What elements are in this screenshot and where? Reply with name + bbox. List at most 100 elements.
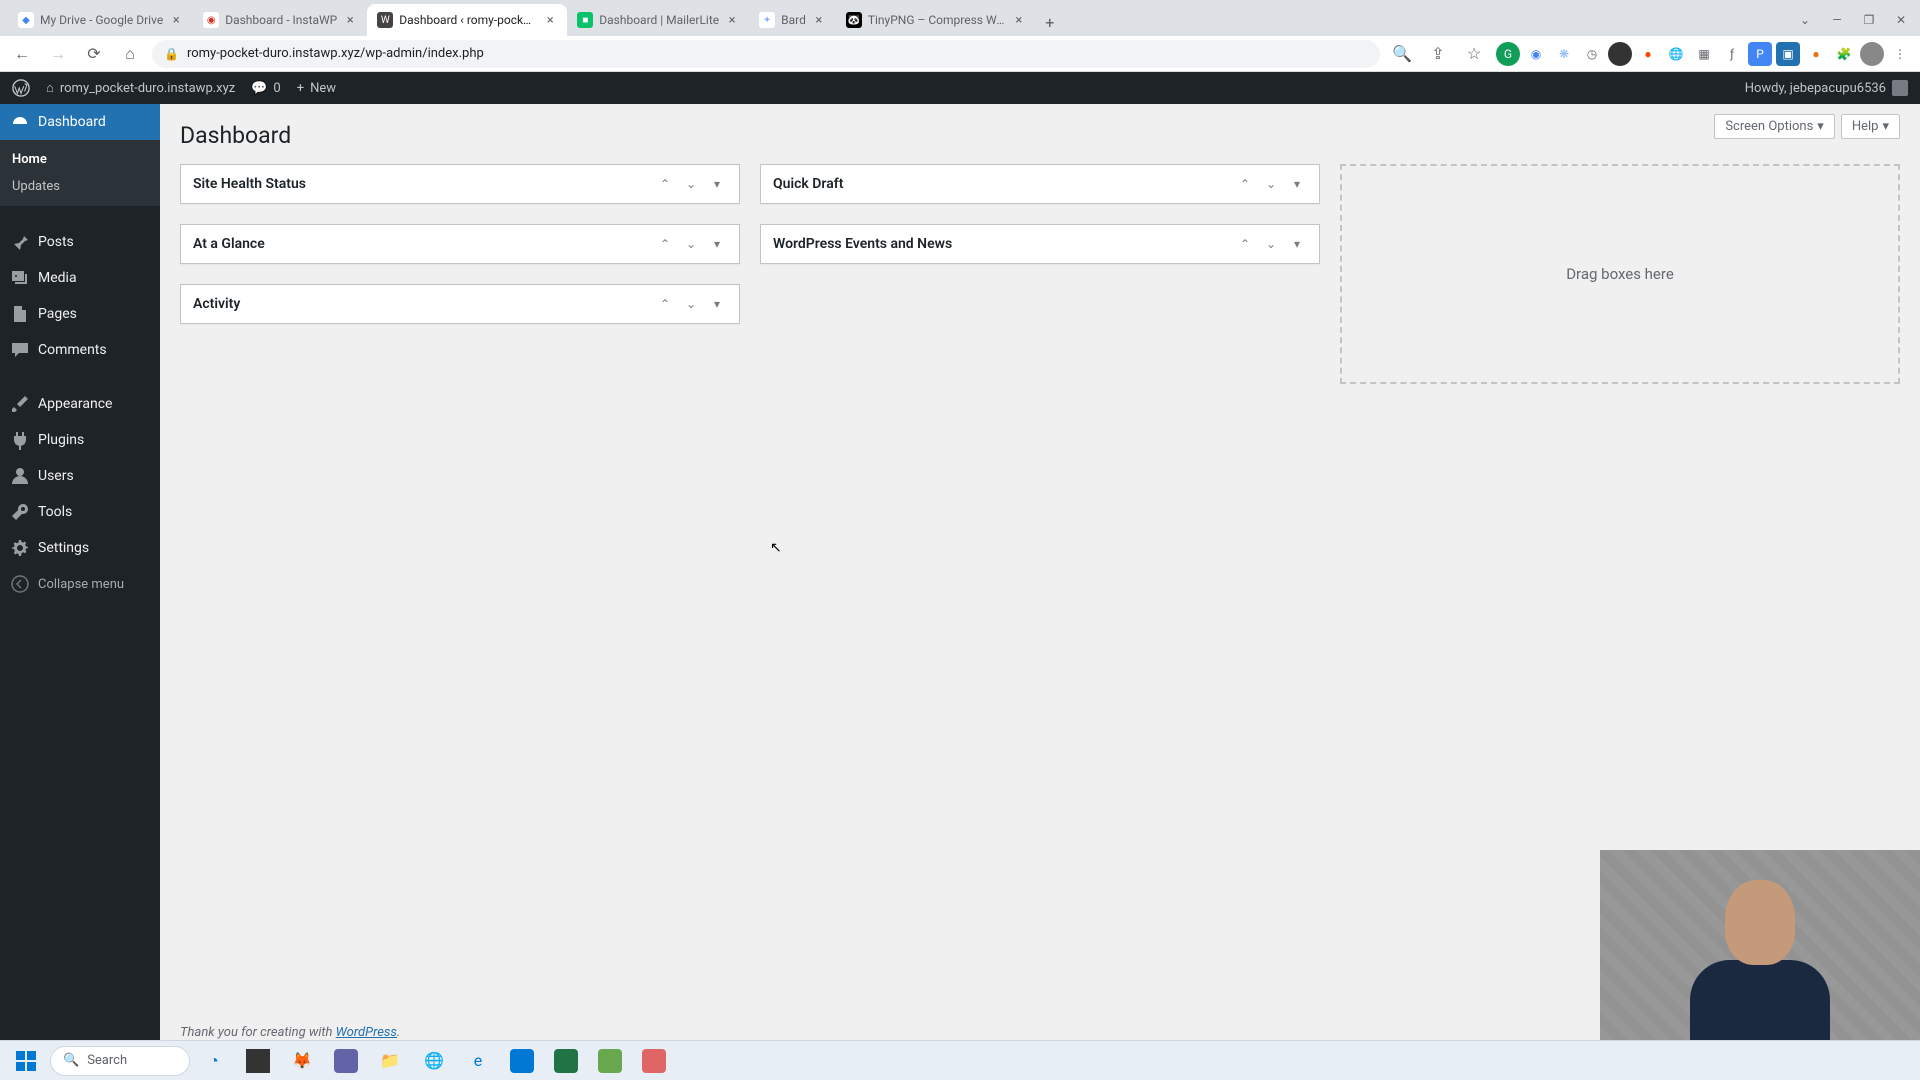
sidebar-item-dashboard[interactable]: Dashboard	[0, 104, 160, 140]
postbox-title: WordPress Events and News	[773, 236, 952, 252]
taskbar-search[interactable]: 🔍 Search	[50, 1046, 190, 1076]
move-up-icon[interactable]: ⌃	[655, 294, 675, 314]
sidebar-item-appearance[interactable]: Appearance	[0, 386, 160, 422]
chrome-menu-icon[interactable]: ⋮	[1888, 42, 1912, 66]
taskbar-app[interactable]	[546, 1045, 586, 1077]
browser-tab[interactable]: ■ Dashboard | MailerLite ×	[567, 4, 749, 36]
extension-icon[interactable]: G	[1496, 42, 1520, 66]
extensions-menu-icon[interactable]: 🧩	[1832, 42, 1856, 66]
taskbar-app[interactable]	[502, 1045, 542, 1077]
extension-icon[interactable]: ƒ	[1720, 42, 1744, 66]
browser-tab[interactable]: ◉ Dashboard - InstaWP ×	[193, 4, 367, 36]
extension-icon[interactable]: P	[1748, 42, 1772, 66]
sidebar-item-tools[interactable]: Tools	[0, 494, 160, 530]
postbox-site-health[interactable]: Site Health Status ⌃ ⌄ ▾	[180, 164, 740, 204]
bookmark-icon[interactable]: ☆	[1460, 40, 1488, 68]
profile-avatar[interactable]	[1860, 42, 1884, 66]
taskbar-app[interactable]	[326, 1045, 366, 1077]
browser-tab[interactable]: ✦ Bard ×	[749, 4, 836, 36]
submenu-item-updates[interactable]: Updates	[0, 173, 160, 200]
sidebar-item-comments[interactable]: Comments	[0, 332, 160, 368]
move-down-icon[interactable]: ⌄	[1261, 174, 1281, 194]
extension-icon[interactable]: ◷	[1580, 42, 1604, 66]
site-name-link[interactable]: ⌂ romy_pocket-duro.instawp.xyz	[38, 72, 243, 104]
url-field[interactable]: 🔒 romy-pocket-duro.instawp.xyz/wp-admin/…	[152, 40, 1380, 68]
home-button[interactable]: ⌂	[116, 40, 144, 68]
tab-dropdown-icon[interactable]: ⌄	[1790, 8, 1820, 32]
move-down-icon[interactable]: ⌄	[681, 294, 701, 314]
taskbar-app[interactable]: ◔	[194, 1045, 234, 1077]
column-3: Drag boxes here	[1340, 164, 1900, 384]
move-up-icon[interactable]: ⌃	[1235, 174, 1255, 194]
taskbar-app[interactable]	[634, 1045, 674, 1077]
close-icon[interactable]: ×	[1012, 13, 1026, 27]
extension-icon[interactable]: ❋	[1552, 42, 1576, 66]
my-account-link[interactable]: Howdy, jebepacupu6536	[1737, 72, 1916, 104]
zoom-icon[interactable]: 🔍	[1388, 40, 1416, 68]
taskbar-app[interactable]: e	[458, 1045, 498, 1077]
sidebar-item-posts[interactable]: Posts	[0, 224, 160, 260]
share-icon[interactable]: ⇪	[1424, 40, 1452, 68]
close-window-icon[interactable]: ✕	[1886, 8, 1916, 32]
close-icon[interactable]: ×	[543, 13, 557, 27]
empty-dropzone[interactable]: Drag boxes here	[1340, 164, 1900, 384]
toggle-panel-icon[interactable]: ▾	[707, 294, 727, 314]
collapse-menu-button[interactable]: Collapse menu	[0, 566, 160, 602]
sidebar-item-media[interactable]: Media	[0, 260, 160, 296]
taskbar-app[interactable]: 🦊	[282, 1045, 322, 1077]
move-up-icon[interactable]: ⌃	[655, 234, 675, 254]
extension-icon[interactable]: ◉	[1524, 42, 1548, 66]
close-icon[interactable]: ×	[343, 13, 357, 27]
extension-icon[interactable]: ▣	[1776, 42, 1800, 66]
sidebar-item-plugins[interactable]: Plugins	[0, 422, 160, 458]
submenu-item-home[interactable]: Home	[0, 146, 160, 173]
new-tab-button[interactable]: +	[1036, 8, 1064, 36]
extension-icon[interactable]: ●	[1636, 42, 1660, 66]
back-button[interactable]: ←	[8, 40, 36, 68]
move-up-icon[interactable]: ⌃	[655, 174, 675, 194]
taskbar-app[interactable]: 🌐	[414, 1045, 454, 1077]
move-down-icon[interactable]: ⌄	[681, 174, 701, 194]
postbox-at-a-glance[interactable]: At a Glance ⌃ ⌄ ▾	[180, 224, 740, 264]
sidebar-item-settings[interactable]: Settings	[0, 530, 160, 566]
move-down-icon[interactable]: ⌄	[681, 234, 701, 254]
extension-icon[interactable]	[1608, 42, 1632, 66]
sidebar-item-pages[interactable]: Pages	[0, 296, 160, 332]
close-icon[interactable]: ×	[725, 13, 739, 27]
page-title: Dashboard	[180, 104, 1900, 164]
wordpress-link[interactable]: WordPress	[336, 1025, 397, 1040]
extension-icon[interactable]: ▦	[1692, 42, 1716, 66]
collapse-icon	[10, 574, 30, 594]
toggle-panel-icon[interactable]: ▾	[1287, 234, 1307, 254]
wp-logo[interactable]	[4, 72, 38, 104]
sidebar-item-users[interactable]: Users	[0, 458, 160, 494]
postbox-quick-draft[interactable]: Quick Draft ⌃ ⌄ ▾	[760, 164, 1320, 204]
toggle-panel-icon[interactable]: ▾	[707, 234, 727, 254]
toggle-panel-icon[interactable]: ▾	[1287, 174, 1307, 194]
comments-link[interactable]: 💬 0	[243, 72, 289, 104]
browser-tab[interactable]: ◆ My Drive - Google Drive ×	[8, 4, 193, 36]
toggle-panel-icon[interactable]: ▾	[707, 174, 727, 194]
taskbar-app[interactable]	[590, 1045, 630, 1077]
browser-tab[interactable]: 🐼 TinyPNG – Compress WebP, PNG ×	[836, 4, 1036, 36]
close-icon[interactable]: ×	[812, 13, 826, 27]
taskbar-app[interactable]	[238, 1045, 278, 1077]
minimize-icon[interactable]: —	[1822, 8, 1852, 32]
maximize-icon[interactable]: ❐	[1854, 8, 1884, 32]
forward-button[interactable]: →	[44, 40, 72, 68]
close-icon[interactable]: ×	[169, 13, 183, 27]
browser-tab-active[interactable]: W Dashboard ‹ romy-pocket-duro ×	[367, 4, 567, 36]
move-up-icon[interactable]: ⌃	[1235, 234, 1255, 254]
help-button[interactable]: Help ▾	[1841, 114, 1900, 139]
extension-icon[interactable]: 🌐	[1664, 42, 1688, 66]
taskbar-app[interactable]: 📁	[370, 1045, 410, 1077]
postbox-wp-events[interactable]: WordPress Events and News ⌃ ⌄ ▾	[760, 224, 1320, 264]
pin-icon	[10, 232, 30, 252]
extension-icon[interactable]: ●	[1804, 42, 1828, 66]
move-down-icon[interactable]: ⌄	[1261, 234, 1281, 254]
postbox-activity[interactable]: Activity ⌃ ⌄ ▾	[180, 284, 740, 324]
screen-options-button[interactable]: Screen Options ▾	[1714, 114, 1835, 139]
start-button[interactable]	[6, 1045, 46, 1077]
reload-button[interactable]: ⟳	[80, 40, 108, 68]
new-content-link[interactable]: + New	[289, 72, 344, 104]
